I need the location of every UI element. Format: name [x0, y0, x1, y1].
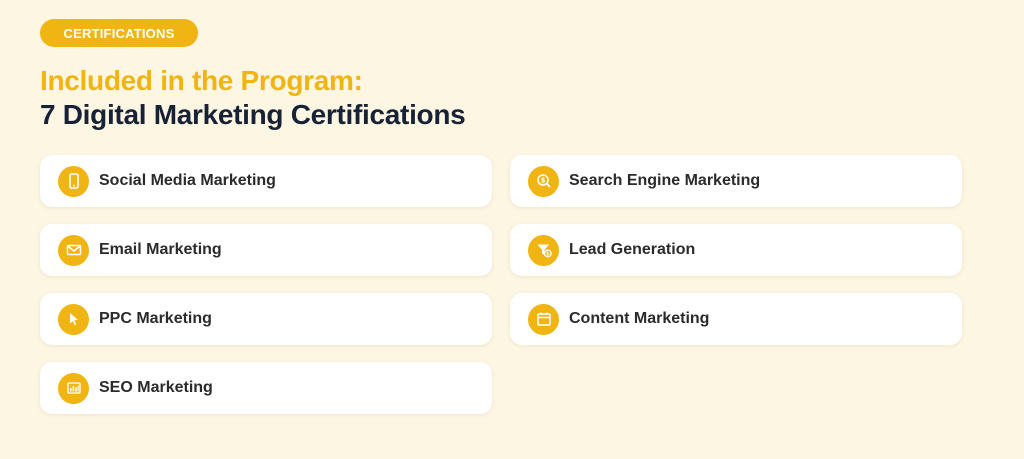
- cert-label: SEO Marketing: [99, 379, 213, 396]
- certifications-section: CERTIFICATIONS Included in the Program: …: [0, 0, 1024, 459]
- svg-text:$: $: [540, 177, 545, 185]
- cert-card-seo[interactable]: SEO Marketing: [40, 362, 492, 414]
- envelope-icon: [58, 234, 89, 266]
- certifications-badge: CERTIFICATIONS: [40, 19, 198, 47]
- cert-label: Social Media Marketing: [99, 172, 276, 189]
- heading-line-2: 7 Digital Marketing Certifications: [40, 99, 466, 130]
- cert-card-email[interactable]: Email Marketing: [40, 224, 492, 276]
- cert-card-lead-generation[interactable]: $ Lead Generation: [510, 224, 962, 276]
- svg-text:$: $: [546, 251, 550, 257]
- dollar-search-icon: $: [528, 165, 559, 197]
- cert-card-search-engine[interactable]: $ Search Engine Marketing: [510, 155, 962, 207]
- cert-label: Content Marketing: [569, 310, 710, 327]
- cursor-pointer-icon: [58, 303, 89, 335]
- heading-line-1: Included in the Program:: [40, 65, 363, 96]
- calendar-icon: [528, 303, 559, 335]
- cert-label: Search Engine Marketing: [569, 172, 761, 189]
- cert-card-content[interactable]: Content Marketing: [510, 293, 962, 345]
- cert-label: Lead Generation: [569, 241, 696, 258]
- cert-card-social-media[interactable]: Social Media Marketing: [40, 155, 492, 207]
- funnel-dollar-icon: $: [528, 234, 559, 266]
- cert-label: PPC Marketing: [99, 310, 212, 327]
- cert-label: Email Marketing: [99, 241, 222, 258]
- section-heading: Included in the Program: 7 Digital Marke…: [40, 64, 466, 132]
- certification-grid: Social Media Marketing $ Search Engine M…: [40, 155, 962, 414]
- smartphone-icon: [58, 165, 89, 197]
- bar-chart-icon: [58, 372, 89, 404]
- cert-card-ppc[interactable]: PPC Marketing: [40, 293, 492, 345]
